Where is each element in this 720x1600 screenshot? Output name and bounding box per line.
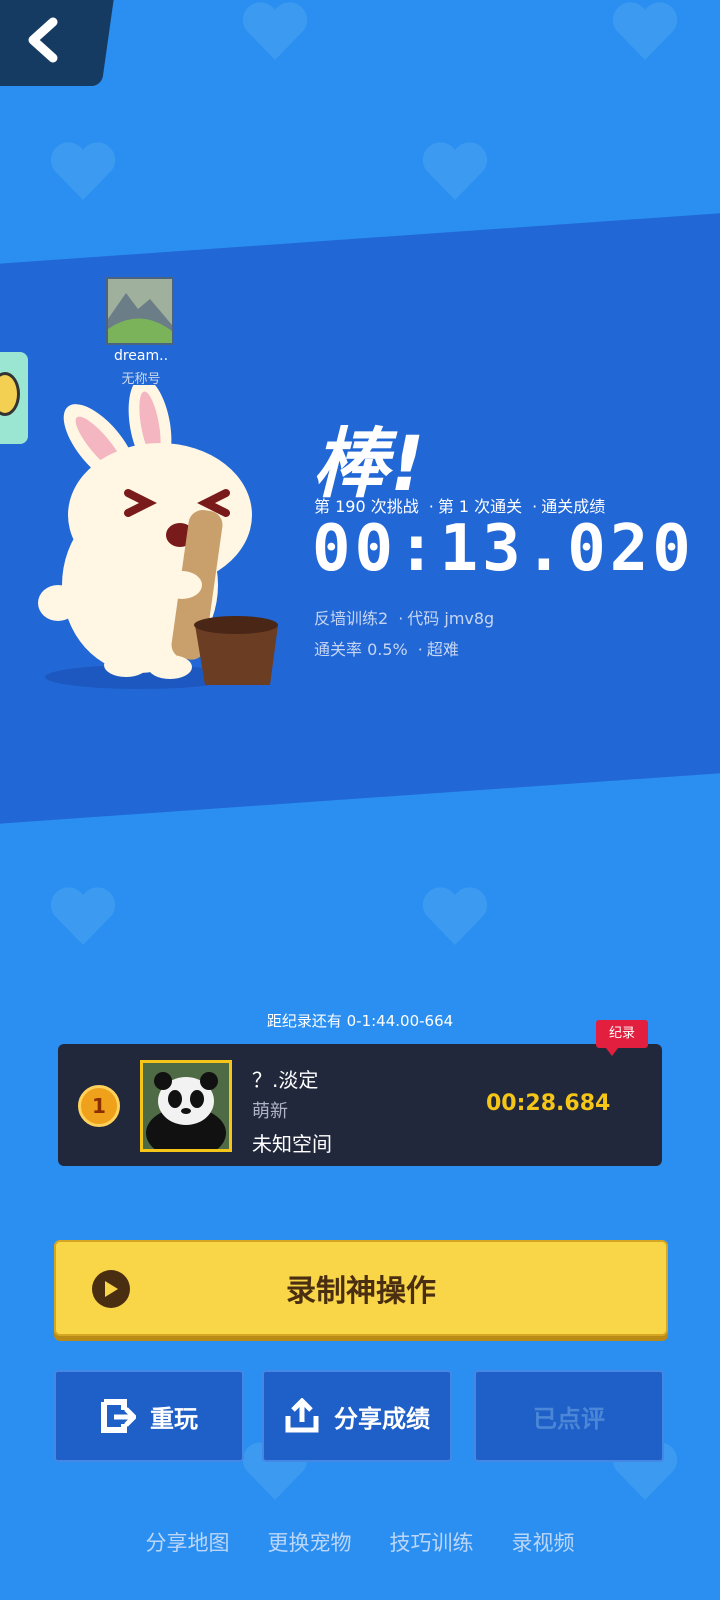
record-map: 未知空间	[252, 1132, 332, 1156]
record-video-button[interactable]: 录制神操作	[54, 1240, 668, 1336]
panda-avatar-icon	[143, 1063, 229, 1149]
player-name: dream..	[113, 348, 169, 364]
record-holder-title: 萌新	[252, 1101, 288, 1122]
side-pet-tab[interactable]	[0, 352, 28, 444]
replay-label: 重玩	[150, 1404, 198, 1433]
back-button[interactable]	[0, 0, 115, 86]
rated-label: 已点评	[533, 1404, 605, 1433]
rated-button[interactable]: 已点评	[474, 1370, 664, 1462]
heart-icon	[50, 142, 116, 200]
difficulty: 超难	[426, 640, 459, 659]
heart-icon	[422, 142, 488, 200]
heart-icon	[612, 2, 678, 60]
record-holder-avatar[interactable]	[140, 1060, 232, 1152]
replay-icon	[101, 1399, 136, 1433]
banana-icon	[0, 372, 20, 416]
play-icon	[92, 1270, 130, 1308]
bottom-links: 分享地图 更换宠物 技巧训练 录视频	[0, 1527, 720, 1557]
default-avatar-icon	[108, 279, 172, 343]
share-result-button[interactable]: 分享成绩	[262, 1370, 452, 1462]
share-icon	[285, 1398, 319, 1433]
heart-icon	[242, 2, 308, 60]
record-time: 00:28.684	[486, 1091, 611, 1116]
chevron-left-icon	[28, 17, 58, 63]
map-info: 反墙训练2 · 代码 jmv8g	[314, 609, 495, 628]
record-holder-name: ？.淡定	[252, 1068, 319, 1092]
record-video-link[interactable]: 录视频	[512, 1527, 575, 1557]
rabbit-pet-illustration	[38, 385, 278, 689]
pass-rate-info: 通关率 0.5% · 超难	[314, 640, 459, 659]
heart-icon	[422, 887, 488, 945]
map-name: 反墙训练2	[314, 609, 389, 628]
share-map-link[interactable]: 分享地图	[146, 1527, 230, 1557]
map-code: 代码 jmv8g	[407, 609, 495, 628]
record-tag: 纪录	[596, 1020, 648, 1056]
record-card[interactable]: 1 ？.淡定 萌新 未知空间 00:28.684	[58, 1044, 662, 1166]
heart-icon	[50, 887, 116, 945]
pass-rate: 通关率 0.5%	[314, 640, 408, 659]
rank-badge: 1	[78, 1085, 120, 1127]
clear-time: 00:13.020	[312, 512, 695, 586]
replay-button[interactable]: 重玩	[54, 1370, 244, 1462]
record-video-label: 录制神操作	[286, 1274, 436, 1309]
skill-training-link[interactable]: 技巧训练	[390, 1527, 474, 1557]
share-label: 分享成绩	[334, 1404, 430, 1433]
player-avatar[interactable]	[106, 277, 174, 345]
change-pet-link[interactable]: 更换宠物	[268, 1527, 352, 1557]
